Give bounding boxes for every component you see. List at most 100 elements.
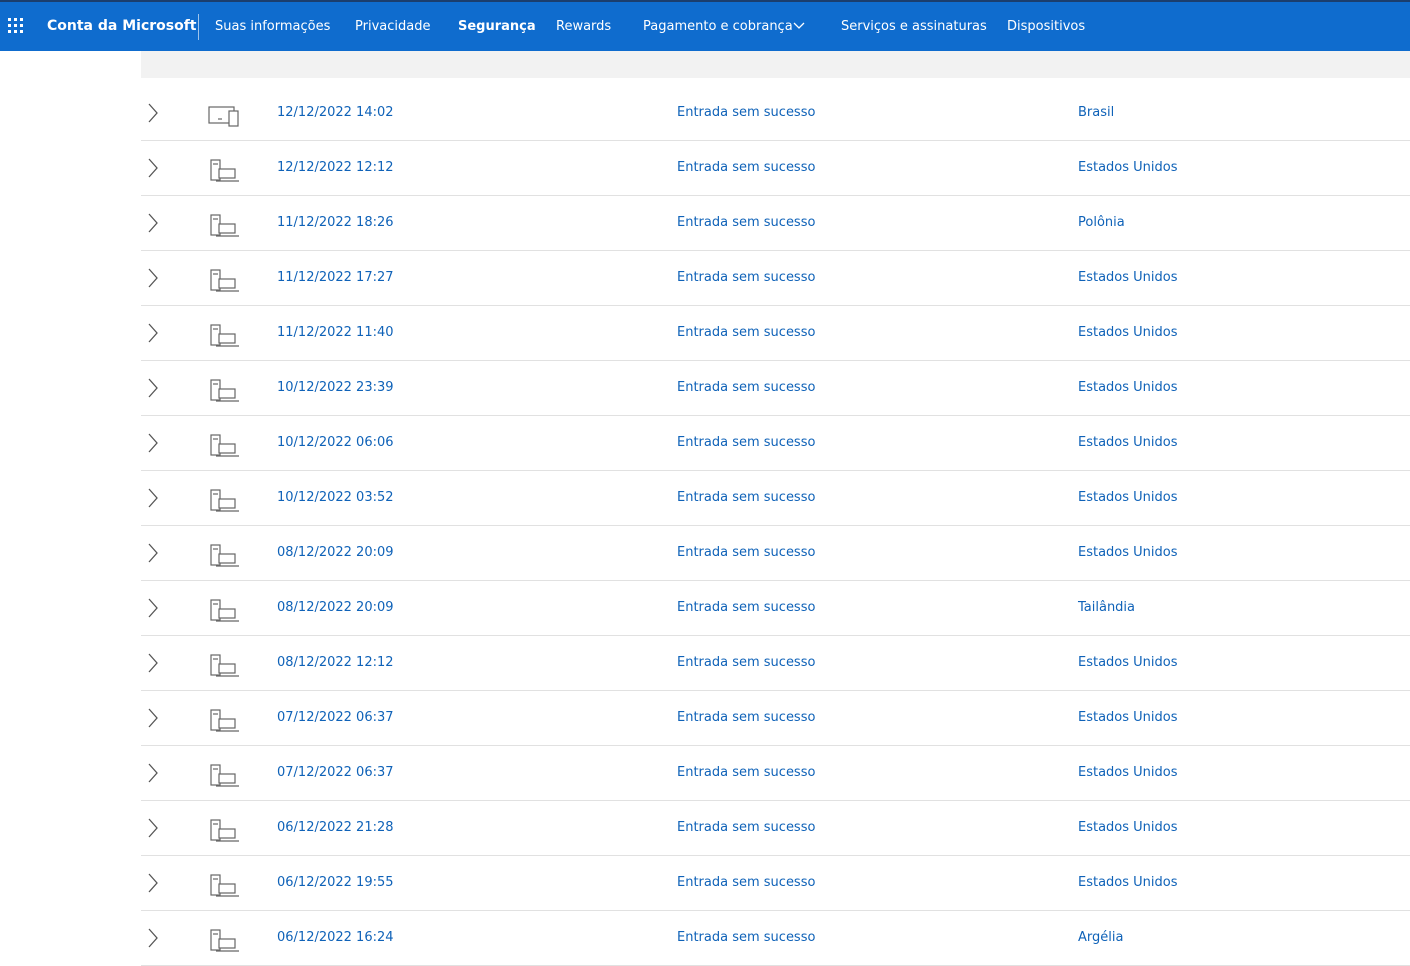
- activity-location[interactable]: Polônia: [1078, 215, 1125, 230]
- activity-location[interactable]: Estados Unidos: [1078, 380, 1178, 395]
- chevron-right-icon[interactable]: [145, 872, 161, 894]
- activity-location[interactable]: Estados Unidos: [1078, 270, 1178, 285]
- nav-dispositivos[interactable]: Dispositivos: [1007, 19, 1085, 34]
- desktop-laptop-icon: [210, 214, 239, 237]
- activity-location[interactable]: Estados Unidos: [1078, 820, 1178, 835]
- activity-row[interactable]: 06/12/2022 21:28 Entrada sem sucesso Estad…: [141, 801, 1410, 856]
- activity-location[interactable]: Estados Unidos: [1078, 875, 1178, 890]
- activity-status[interactable]: Entrada sem sucesso: [677, 270, 815, 285]
- waffle-icon[interactable]: [8, 18, 24, 34]
- activity-status[interactable]: Entrada sem sucesso: [677, 435, 815, 450]
- chevron-right-icon[interactable]: [145, 542, 161, 564]
- desktop-laptop-icon: [210, 159, 239, 182]
- activity-row[interactable]: 12/12/2022 14:02 Entrada sem sucesso Brasi…: [141, 86, 1410, 141]
- desktop-laptop-icon: [210, 874, 239, 897]
- activity-row[interactable]: 11/12/2022 17:27 Entrada sem sucesso Estad…: [141, 251, 1410, 306]
- desktop-laptop-icon: [210, 929, 239, 952]
- nav-seguranca[interactable]: Segurança: [458, 19, 536, 34]
- activity-location[interactable]: Estados Unidos: [1078, 545, 1178, 560]
- activity-date[interactable]: 06/12/2022 21:28: [277, 820, 394, 835]
- activity-status[interactable]: Entrada sem sucesso: [677, 105, 815, 120]
- activity-row[interactable]: 07/12/2022 06:37 Entrada sem sucesso Estad…: [141, 691, 1410, 746]
- activity-date[interactable]: 08/12/2022 20:09: [277, 600, 394, 615]
- chevron-right-icon[interactable]: [145, 267, 161, 289]
- desktop-laptop-icon: [210, 544, 239, 567]
- activity-row[interactable]: 08/12/2022 12:12 Entrada sem sucesso Estad…: [141, 636, 1410, 691]
- activity-location[interactable]: Estados Unidos: [1078, 710, 1178, 725]
- activity-row[interactable]: 08/12/2022 20:09 Entrada sem sucesso Estad…: [141, 526, 1410, 581]
- activity-row[interactable]: 10/12/2022 06:06 Entrada sem sucesso Estad…: [141, 416, 1410, 471]
- activity-date[interactable]: 11/12/2022 11:40: [277, 325, 394, 340]
- activity-row[interactable]: 08/12/2022 20:09 Entrada sem sucesso Tailâ…: [141, 581, 1410, 636]
- activity-date[interactable]: 11/12/2022 17:27: [277, 270, 394, 285]
- activity-location[interactable]: Estados Unidos: [1078, 655, 1178, 670]
- chevron-right-icon[interactable]: [145, 707, 161, 729]
- header-divider: [198, 14, 199, 40]
- activity-status[interactable]: Entrada sem sucesso: [677, 490, 815, 505]
- activity-date[interactable]: 08/12/2022 12:12: [277, 655, 394, 670]
- activity-row[interactable]: 07/12/2022 06:37 Entrada sem sucesso Estad…: [141, 746, 1410, 801]
- nav-suas-informacoes[interactable]: Suas informações: [215, 19, 330, 34]
- nav-rewards[interactable]: Rewards: [556, 19, 611, 34]
- chevron-right-icon[interactable]: [145, 487, 161, 509]
- activity-date[interactable]: 10/12/2022 03:52: [277, 490, 394, 505]
- activity-status[interactable]: Entrada sem sucesso: [677, 545, 815, 560]
- table-header-strip: [141, 51, 1410, 78]
- activity-date[interactable]: 08/12/2022 20:09: [277, 545, 394, 560]
- activity-status[interactable]: Entrada sem sucesso: [677, 765, 815, 780]
- chevron-right-icon[interactable]: [145, 432, 161, 454]
- chevron-right-icon[interactable]: [145, 212, 161, 234]
- chevron-down-icon[interactable]: [793, 22, 805, 30]
- activity-status[interactable]: Entrada sem sucesso: [677, 380, 815, 395]
- desktop-laptop-icon: [210, 654, 239, 677]
- activity-date[interactable]: 07/12/2022 06:37: [277, 710, 394, 725]
- activity-row[interactable]: 10/12/2022 23:39 Entrada sem sucesso Estad…: [141, 361, 1410, 416]
- activity-date[interactable]: 12/12/2022 12:12: [277, 160, 394, 175]
- activity-row[interactable]: 11/12/2022 11:40 Entrada sem sucesso Estad…: [141, 306, 1410, 361]
- activity-status[interactable]: Entrada sem sucesso: [677, 710, 815, 725]
- activity-location[interactable]: Estados Unidos: [1078, 490, 1178, 505]
- activity-location[interactable]: Estados Unidos: [1078, 325, 1178, 340]
- activity-location[interactable]: Brasil: [1078, 105, 1114, 120]
- nav-servicos-e-assinaturas[interactable]: Serviços e assinaturas: [841, 19, 987, 34]
- chevron-right-icon[interactable]: [145, 652, 161, 674]
- chevron-right-icon[interactable]: [145, 927, 161, 949]
- activity-status[interactable]: Entrada sem sucesso: [677, 160, 815, 175]
- chevron-right-icon[interactable]: [145, 102, 161, 124]
- desktop-laptop-icon: [210, 764, 239, 787]
- chevron-right-icon[interactable]: [145, 377, 161, 399]
- activity-date[interactable]: 10/12/2022 23:39: [277, 380, 394, 395]
- nav-pagamento-e-cobranca[interactable]: Pagamento e cobrança: [643, 19, 793, 34]
- desktop-laptop-icon: [210, 819, 239, 842]
- activity-status[interactable]: Entrada sem sucesso: [677, 600, 815, 615]
- activity-location[interactable]: Tailândia: [1078, 600, 1135, 615]
- activity-row[interactable]: 10/12/2022 03:52 Entrada sem sucesso Estad…: [141, 471, 1410, 526]
- activity-location[interactable]: Estados Unidos: [1078, 160, 1178, 175]
- activity-date[interactable]: 11/12/2022 18:26: [277, 215, 394, 230]
- chevron-right-icon[interactable]: [145, 322, 161, 344]
- chevron-right-icon[interactable]: [145, 817, 161, 839]
- activity-row[interactable]: 06/12/2022 19:55 Entrada sem sucesso Estad…: [141, 856, 1410, 911]
- desktop-laptop-icon: [210, 379, 239, 402]
- activity-status[interactable]: Entrada sem sucesso: [677, 325, 815, 340]
- activity-row[interactable]: 11/12/2022 18:26 Entrada sem sucesso Polôn…: [141, 196, 1410, 251]
- activity-date[interactable]: 12/12/2022 14:02: [277, 105, 394, 120]
- nav-privacidade[interactable]: Privacidade: [355, 19, 430, 34]
- activity-status[interactable]: Entrada sem sucesso: [677, 215, 815, 230]
- activity-status[interactable]: Entrada sem sucesso: [677, 820, 815, 835]
- chevron-right-icon[interactable]: [145, 762, 161, 784]
- activity-date[interactable]: 06/12/2022 19:55: [277, 875, 394, 890]
- activity-location[interactable]: Estados Unidos: [1078, 765, 1178, 780]
- brand-link[interactable]: Conta da Microsoft: [47, 18, 197, 34]
- activity-status[interactable]: Entrada sem sucesso: [677, 655, 815, 670]
- chevron-right-icon[interactable]: [145, 597, 161, 619]
- activity-status[interactable]: Entrada sem sucesso: [677, 875, 815, 890]
- desktop-laptop-icon: [210, 269, 239, 292]
- activity-date[interactable]: 10/12/2022 06:06: [277, 435, 394, 450]
- activity-row[interactable]: 12/12/2022 12:12 Entrada sem sucesso Estad…: [141, 141, 1410, 196]
- desktop-laptop-icon: [210, 599, 239, 622]
- chevron-right-icon[interactable]: [145, 157, 161, 179]
- activity-location[interactable]: Estados Unidos: [1078, 435, 1178, 450]
- activity-date[interactable]: 07/12/2022 06:37: [277, 765, 394, 780]
- activity-row[interactable]: 06/12/2022 16:24 Entrada sem sucesso Argél…: [141, 911, 1410, 966]
